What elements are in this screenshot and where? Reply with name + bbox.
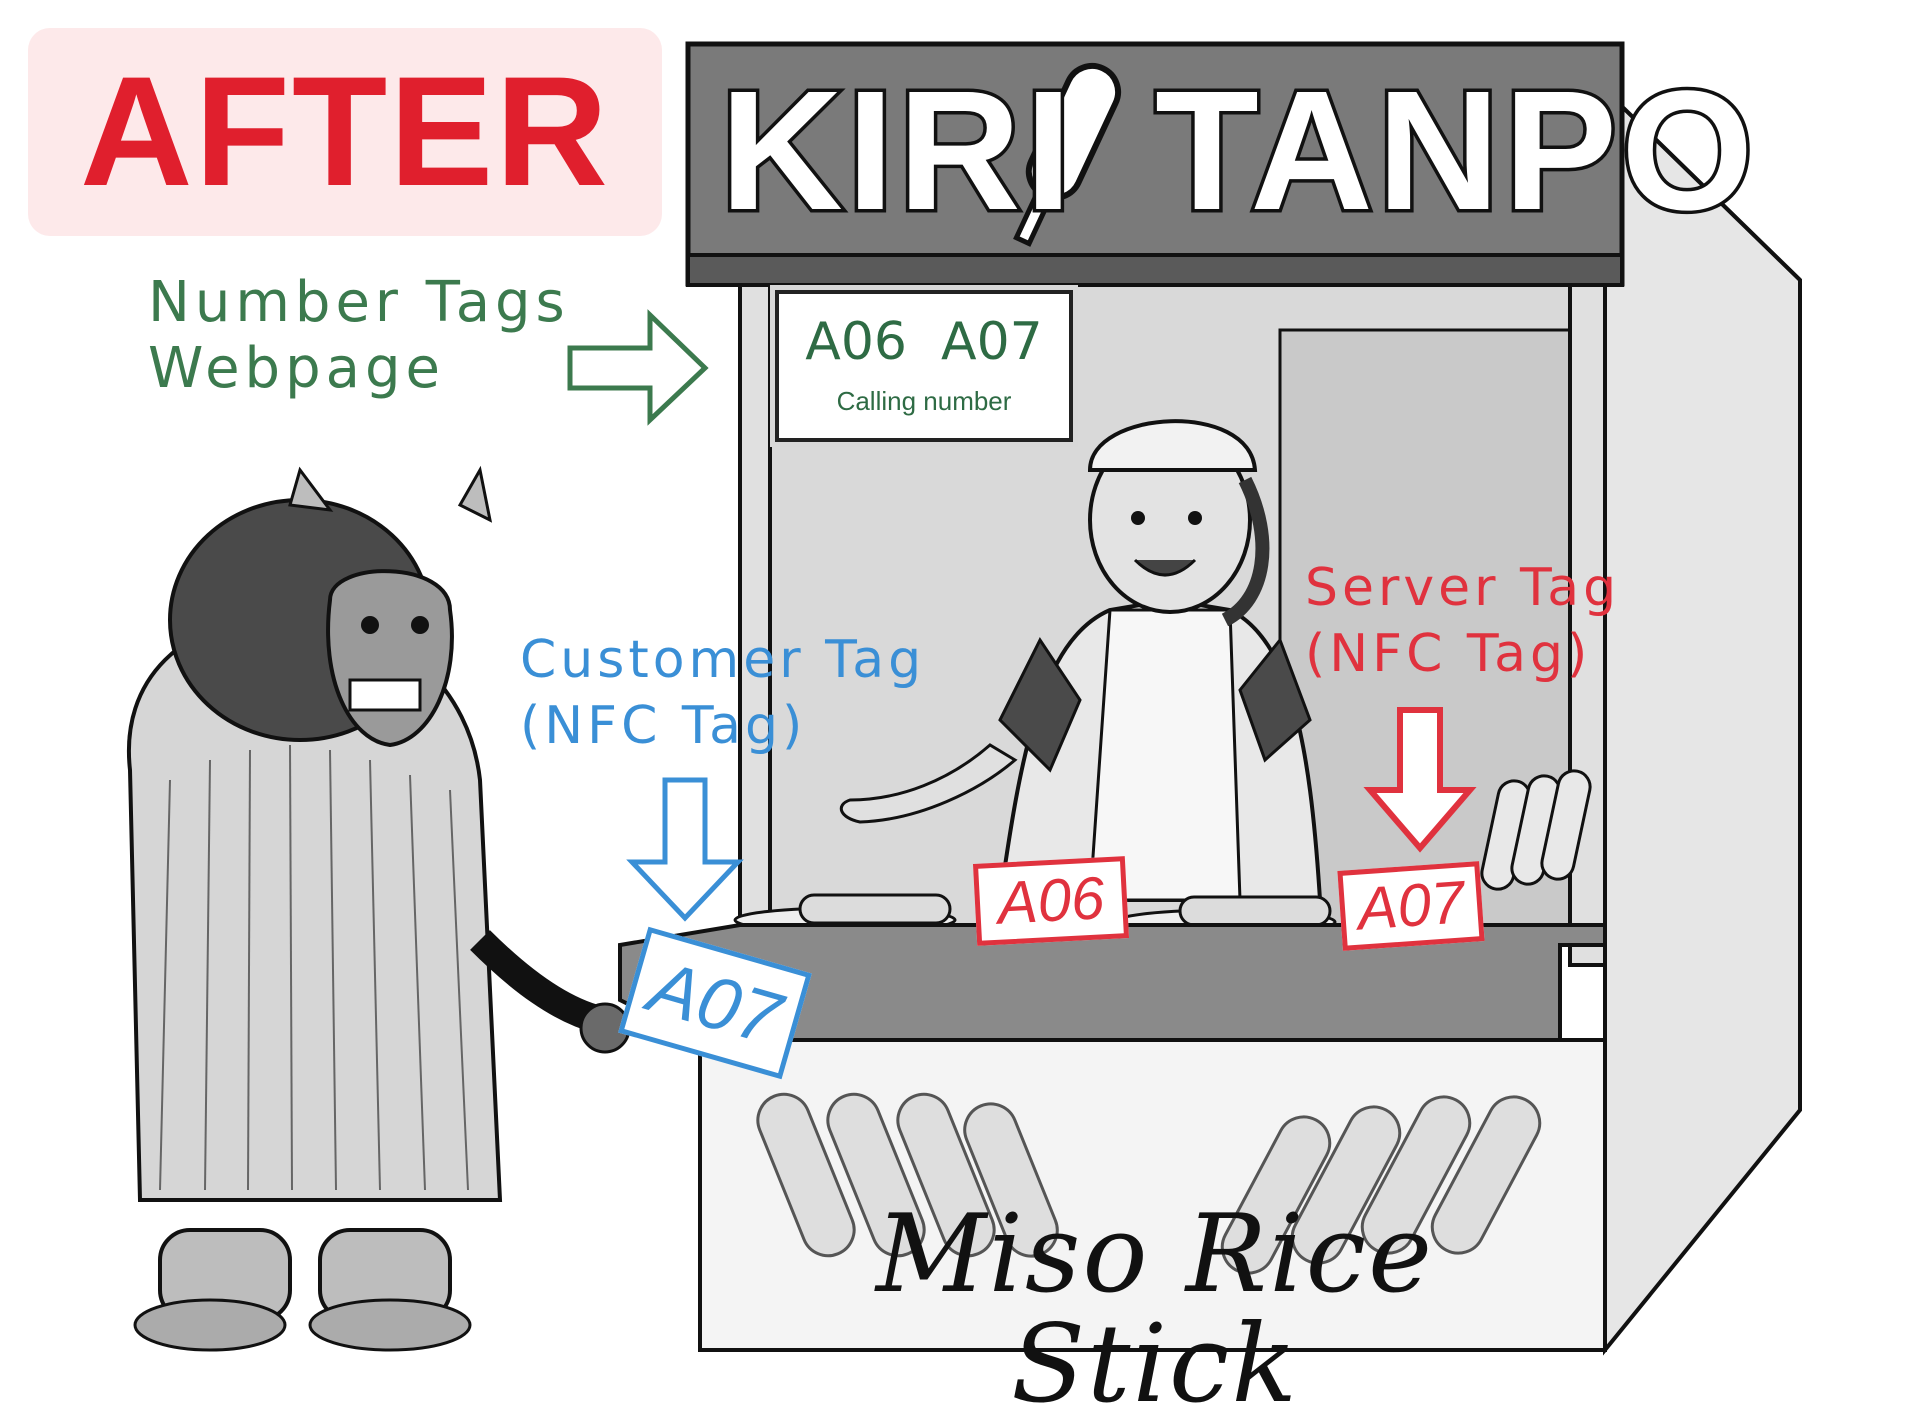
after-label: AFTER <box>80 45 610 219</box>
green-right-arrow-icon <box>567 309 709 426</box>
after-badge: AFTER <box>28 28 662 236</box>
calling-number-a07: A07 <box>941 312 1043 372</box>
calling-numbers: A06 A07 <box>779 316 1069 368</box>
webpage-label-line1: Number Tags <box>148 270 570 335</box>
sign-text-tanpo: TANPO <box>1151 53 1758 250</box>
server-tag-label-line1: Server Tag <box>1305 558 1621 618</box>
blue-down-arrow-icon <box>626 777 744 922</box>
sign-text-kiri: KIRI <box>717 53 1076 250</box>
server-tag-a07: A07 <box>1337 861 1485 951</box>
miso-rice-stick-sign: Miso Rice Stick <box>875 1192 1435 1427</box>
booth-side-panel <box>1603 85 1802 1356</box>
namahage-customer-figure <box>126 465 631 1352</box>
calling-number-a06: A06 <box>805 312 907 372</box>
customer-tag-label-line2: (NFC Tag) <box>520 696 807 756</box>
calling-number-screen: A06 A07 Calling number <box>775 290 1073 442</box>
webpage-label-line2: Webpage <box>148 336 445 401</box>
calling-number-caption: Calling number <box>836 386 1012 416</box>
customer-tag-label-line1: Customer Tag <box>520 630 926 690</box>
booth-post-left <box>738 283 772 967</box>
server-tag-label-line2: (NFC Tag) <box>1305 624 1592 684</box>
server-tag-a06: A06 <box>972 856 1130 946</box>
